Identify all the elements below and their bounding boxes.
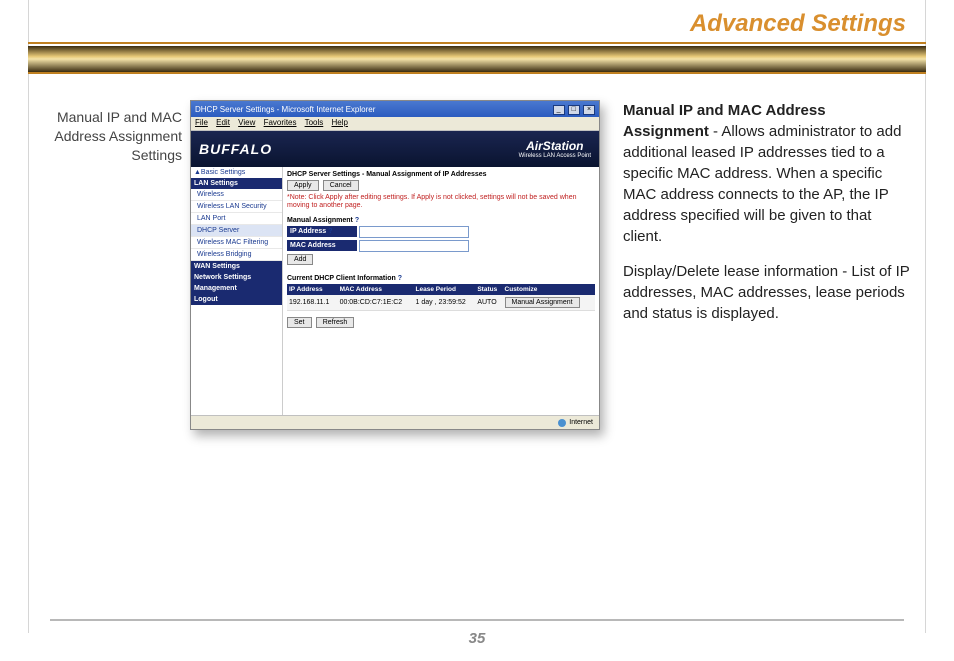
apply-button[interactable]: Apply [287,180,319,191]
decorative-band [28,46,926,74]
cell-status: AUTO [475,295,502,311]
brand-bar: BUFFALO AirStation Wireless LAN Access P… [191,131,599,167]
client-table: IP Address MAC Address Lease Period Stat… [287,284,595,311]
menu-view[interactable]: View [238,118,255,127]
cell-mac: 00:0B:CD:C7:1E:C2 [338,295,414,311]
sidebar-item-wireless-security[interactable]: Wireless LAN Security [191,201,282,213]
sidebar-item-dhcp-server[interactable]: DHCP Server [191,225,282,237]
menu-edit[interactable]: Edit [216,118,230,127]
menu-file[interactable]: File [195,118,208,127]
col-ip: IP Address [287,284,338,295]
footer-rule [50,619,904,621]
col-mac: MAC Address [338,284,414,295]
sidebar: ▲Basic Settings LAN Settings Wireless Wi… [191,167,283,417]
sidebar-header-lan[interactable]: LAN Settings [191,178,282,189]
table-row: 192.168.11.1 00:0B:CD:C7:1E:C2 1 day , 2… [287,295,595,311]
minimize-icon[interactable]: _ [553,105,565,115]
set-button[interactable]: Set [287,317,312,328]
ip-address-input[interactable] [359,226,469,238]
help-icon[interactable]: ? [355,217,359,224]
mac-address-label: MAC Address [287,240,357,251]
embedded-screenshot: DHCP Server Settings - Microsoft Interne… [190,100,600,430]
client-info-heading: Current DHCP Client Information? [287,275,595,282]
internet-zone-icon [558,419,566,427]
sidebar-item-mac-filtering[interactable]: Wireless MAC Filtering [191,237,282,249]
window-titlebar: DHCP Server Settings - Microsoft Interne… [191,101,599,117]
cancel-button[interactable]: Cancel [323,180,359,191]
add-button[interactable]: Add [287,254,313,265]
col-customize: Customize [503,284,595,295]
brand-logo-left: BUFFALO [199,141,272,157]
mac-address-input[interactable] [359,240,469,252]
cell-lease: 1 day , 23:59:52 [414,295,476,311]
menu-tools[interactable]: Tools [305,118,324,127]
window-menubar: File Edit View Favorites Tools Help [191,117,599,131]
sidebar-header-network[interactable]: Network Settings [191,272,282,283]
menu-favorites[interactable]: Favorites [264,118,297,127]
window-title-text: DHCP Server Settings - Microsoft Interne… [195,105,375,114]
page-number: 35 [0,630,954,647]
close-icon[interactable]: × [583,105,595,115]
app-body: ▲Basic Settings LAN Settings Wireless Wi… [191,167,599,417]
brand-subtitle: Wireless LAN Access Point [519,153,591,159]
description-paragraph-1: Manual IP and MAC Address Assignment - A… [623,100,914,247]
sidebar-item-lan-port[interactable]: LAN Port [191,213,282,225]
col-lease: Lease Period [414,284,476,295]
refresh-button[interactable]: Refresh [316,317,355,328]
figure-caption: Manual IP and MAC Address Assignment Set… [40,100,190,601]
status-text: Internet [569,419,593,426]
main-panel: DHCP Server Settings - Manual Assignment… [283,167,599,417]
help-icon[interactable]: ? [328,228,332,235]
menu-help[interactable]: Help [332,118,348,127]
manual-assignment-button[interactable]: Manual Assignment [505,297,580,308]
description-column: Manual IP and MAC Address Assignment - A… [605,100,914,601]
breadcrumb: DHCP Server Settings - Manual Assignment… [287,171,595,178]
brand-name: AirStation [526,139,583,153]
sidebar-item-wireless-bridging[interactable]: Wireless Bridging [191,249,282,261]
sidebar-item-wireless[interactable]: Wireless [191,189,282,201]
cell-ip: 192.168.11.1 [287,295,338,311]
ip-address-label: IP Address? [287,226,357,237]
sidebar-header-wan[interactable]: WAN Settings [191,261,282,272]
content-area: Manual IP and MAC Address Assignment Set… [40,100,914,601]
table-header-row: IP Address MAC Address Lease Period Stat… [287,284,595,295]
brand-logo-right: AirStation Wireless LAN Access Point [519,139,591,159]
window-controls: _ □ × [552,104,595,115]
note-text: *Note: Click Apply after editing setting… [287,194,595,211]
cell-customize: Manual Assignment [503,295,595,311]
screenshot-column: DHCP Server Settings - Microsoft Interne… [190,100,605,601]
help-icon[interactable]: ? [398,275,402,282]
sidebar-basic-settings[interactable]: ▲Basic Settings [191,167,282,178]
sidebar-header-management[interactable]: Management [191,283,282,294]
status-bar: Internet [191,415,599,429]
maximize-icon[interactable]: □ [568,105,580,115]
sidebar-header-logout[interactable]: Logout [191,294,282,305]
description-paragraph-2: Display/Delete lease information - List … [623,261,914,324]
page-title: Advanced Settings [28,10,926,44]
manual-assignment-heading: Manual Assignment? [287,217,595,224]
col-status: Status [475,284,502,295]
description-text-1: - Allows administrator to add additional… [623,123,901,245]
